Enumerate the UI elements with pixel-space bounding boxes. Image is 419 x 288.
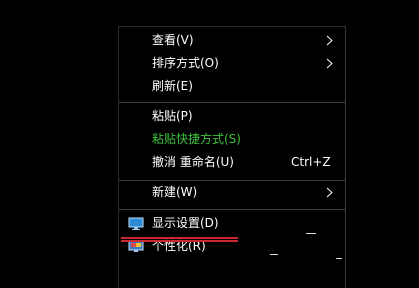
menu-item-label: 粘贴(P)	[152, 109, 193, 123]
desktop-context-menu: 查看(V) 排序方式(O) 刷新(E) 粘贴(P) 粘贴快捷方式(S) 撤消 重…	[118, 26, 346, 288]
menu-item-label: 撤消 重命名(U)	[152, 155, 234, 169]
menu-item-sort-by[interactable]: 排序方式(O)	[119, 52, 345, 75]
rendering-artifact	[270, 254, 278, 255]
chevron-right-icon	[326, 35, 333, 46]
menu-item-view[interactable]: 查看(V)	[119, 29, 345, 52]
menu-item-paste[interactable]: 粘贴(P)	[119, 105, 345, 128]
menu-separator	[119, 102, 345, 103]
desktop-background: 查看(V) 排序方式(O) 刷新(E) 粘贴(P) 粘贴快捷方式(S) 撤消 重…	[0, 0, 419, 288]
menu-item-label: 新建(W)	[152, 185, 198, 199]
menu-item-label: 排序方式(O)	[152, 56, 219, 70]
menu-item-paste-shortcut[interactable]: 粘贴快捷方式(S)	[119, 128, 345, 151]
menu-item-label: 粘贴快捷方式(S)	[152, 132, 241, 146]
rendering-artifact	[336, 258, 342, 259]
display-settings-icon	[128, 217, 144, 230]
menu-separator	[119, 209, 345, 210]
annotation-highlight-box	[121, 237, 238, 242]
chevron-right-icon	[326, 58, 333, 69]
menu-item-new[interactable]: 新建(W)	[119, 181, 345, 204]
menu-item-display-settings[interactable]: 显示设置(D)	[119, 212, 345, 235]
menu-item-label: 查看(V)	[152, 33, 194, 47]
chevron-right-icon	[326, 187, 333, 198]
menu-item-undo-rename[interactable]: 撤消 重命名(U) Ctrl+Z	[119, 151, 345, 174]
rendering-artifact	[306, 233, 316, 234]
menu-item-refresh[interactable]: 刷新(E)	[119, 75, 345, 98]
menu-item-label: 刷新(E)	[152, 79, 193, 93]
menu-item-shortcut: Ctrl+Z	[291, 155, 331, 169]
menu-item-label: 显示设置(D)	[152, 216, 219, 230]
